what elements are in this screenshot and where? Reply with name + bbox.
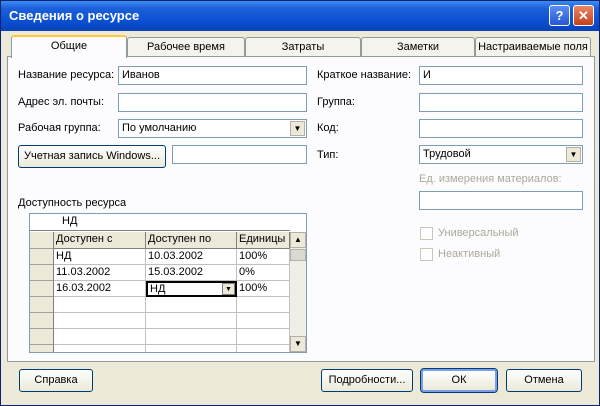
material-unit-input[interactable]	[419, 191, 583, 210]
row-header[interactable]	[30, 329, 54, 345]
checkbox-box[interactable]	[420, 227, 433, 240]
tab-custom-fields[interactable]: Настраиваемые поля	[475, 37, 591, 57]
table-cell[interactable]	[54, 329, 146, 345]
cancel-button[interactable]: Отмена	[506, 369, 582, 392]
title-bar: Сведения о ресурсе ? ✕	[1, 1, 599, 31]
code-input[interactable]	[419, 119, 583, 138]
table-cell[interactable]: 100%	[237, 281, 290, 297]
table-cell[interactable]	[54, 313, 146, 329]
table-cell[interactable]: 11.03.2002	[54, 265, 146, 281]
availability-grid[interactable]: НД Доступен с Доступен по Единицы НД 10.…	[29, 213, 307, 353]
resource-name-input[interactable]: Иванов	[118, 66, 307, 85]
help-title-button[interactable]: ?	[549, 5, 570, 26]
table-cell[interactable]	[146, 297, 237, 313]
row-header[interactable]	[30, 345, 54, 352]
arrow-down-icon[interactable]: ▼	[290, 336, 306, 352]
table-cell[interactable]: 0%	[237, 265, 290, 281]
table-cell[interactable]: 16.03.2002	[54, 281, 146, 297]
col-units: Единицы	[237, 232, 290, 249]
inactive-checkbox[interactable]: Неактивный	[420, 248, 540, 262]
windows-account-input[interactable]	[172, 145, 307, 164]
col-available-to: Доступен по	[146, 232, 237, 249]
material-unit-label: Ед. измерения материалов:	[419, 173, 562, 185]
table-cell[interactable]	[237, 345, 290, 352]
help-button[interactable]: Справка	[19, 369, 93, 392]
checkbox-box[interactable]	[420, 248, 433, 261]
generic-checkbox-label: Универсальный	[438, 227, 519, 239]
workgroup-value: По умолчанию	[122, 122, 197, 134]
window-title: Сведения о ресурсе	[9, 8, 140, 23]
col-available-from: Доступен с	[54, 232, 146, 249]
scrollbar-thumb[interactable]	[290, 249, 306, 261]
email-input[interactable]	[118, 93, 307, 112]
windows-account-button[interactable]: Учетная запись Windows...	[18, 145, 166, 168]
type-value: Трудовой	[423, 148, 471, 160]
table-cell[interactable]: НД	[54, 249, 146, 265]
chevron-down-icon[interactable]: ▼	[290, 121, 305, 136]
table-cell[interactable]: 10.03.2002	[146, 249, 237, 265]
email-label: Адрес эл. почты:	[18, 96, 105, 108]
grid-corner	[30, 232, 54, 249]
short-name-label: Краткое название:	[317, 69, 412, 81]
chevron-down-icon[interactable]: ▼	[566, 147, 581, 162]
table-cell[interactable]	[146, 345, 237, 352]
table-cell[interactable]	[146, 329, 237, 345]
grid-scrollbar[interactable]: ▲ ▼	[290, 232, 306, 352]
ok-button[interactable]: ОК	[420, 368, 498, 393]
type-label: Тип:	[317, 149, 339, 161]
row-header[interactable]	[30, 265, 54, 281]
table-cell[interactable]	[237, 297, 290, 313]
row-header[interactable]	[30, 297, 54, 313]
arrow-up-icon[interactable]: ▲	[290, 232, 306, 248]
resource-info-dialog: Сведения о ресурсе ? ✕ Общие Рабочее вре…	[0, 0, 600, 406]
tab-working-time[interactable]: Рабочее время	[127, 37, 245, 57]
resource-name-label: Название ресурса:	[18, 69, 115, 81]
grid-edit-bar[interactable]: НД	[30, 214, 290, 231]
row-header[interactable]	[30, 281, 54, 297]
table-cell[interactable]: 15.03.2002	[146, 265, 237, 281]
tab-costs[interactable]: Затраты	[245, 37, 361, 57]
row-header[interactable]	[30, 313, 54, 329]
table-cell[interactable]	[54, 345, 146, 352]
workgroup-select[interactable]: По умолчанию ▼	[118, 119, 307, 138]
table-cell[interactable]	[54, 297, 146, 313]
short-name-input[interactable]: И	[419, 66, 583, 85]
chevron-down-icon[interactable]: ▼	[222, 283, 235, 295]
availability-label: Доступность ресурса	[18, 197, 127, 209]
workgroup-label: Рабочая группа:	[18, 122, 101, 134]
group-label: Группа:	[317, 96, 355, 108]
selected-cell-value: НД	[150, 283, 166, 295]
selected-cell[interactable]: НД ▼	[146, 281, 237, 297]
group-input[interactable]	[419, 93, 583, 112]
table-cell[interactable]: 100%	[237, 249, 290, 265]
table-cell[interactable]	[237, 329, 290, 345]
inactive-checkbox-label: Неактивный	[438, 248, 501, 260]
details-button[interactable]: Подробности...	[321, 369, 413, 392]
tab-notes[interactable]: Заметки	[361, 37, 475, 57]
generic-checkbox[interactable]: Универсальный	[420, 227, 540, 241]
type-select[interactable]: Трудовой ▼	[419, 145, 583, 164]
table-cell[interactable]	[146, 313, 237, 329]
close-button[interactable]: ✕	[573, 5, 594, 26]
row-header[interactable]	[30, 249, 54, 265]
code-label: Код:	[317, 122, 339, 134]
table-cell[interactable]	[237, 313, 290, 329]
tab-strip: Общие Рабочее время Затраты Заметки Наст…	[7, 35, 595, 58]
tab-general[interactable]: Общие	[11, 35, 127, 58]
